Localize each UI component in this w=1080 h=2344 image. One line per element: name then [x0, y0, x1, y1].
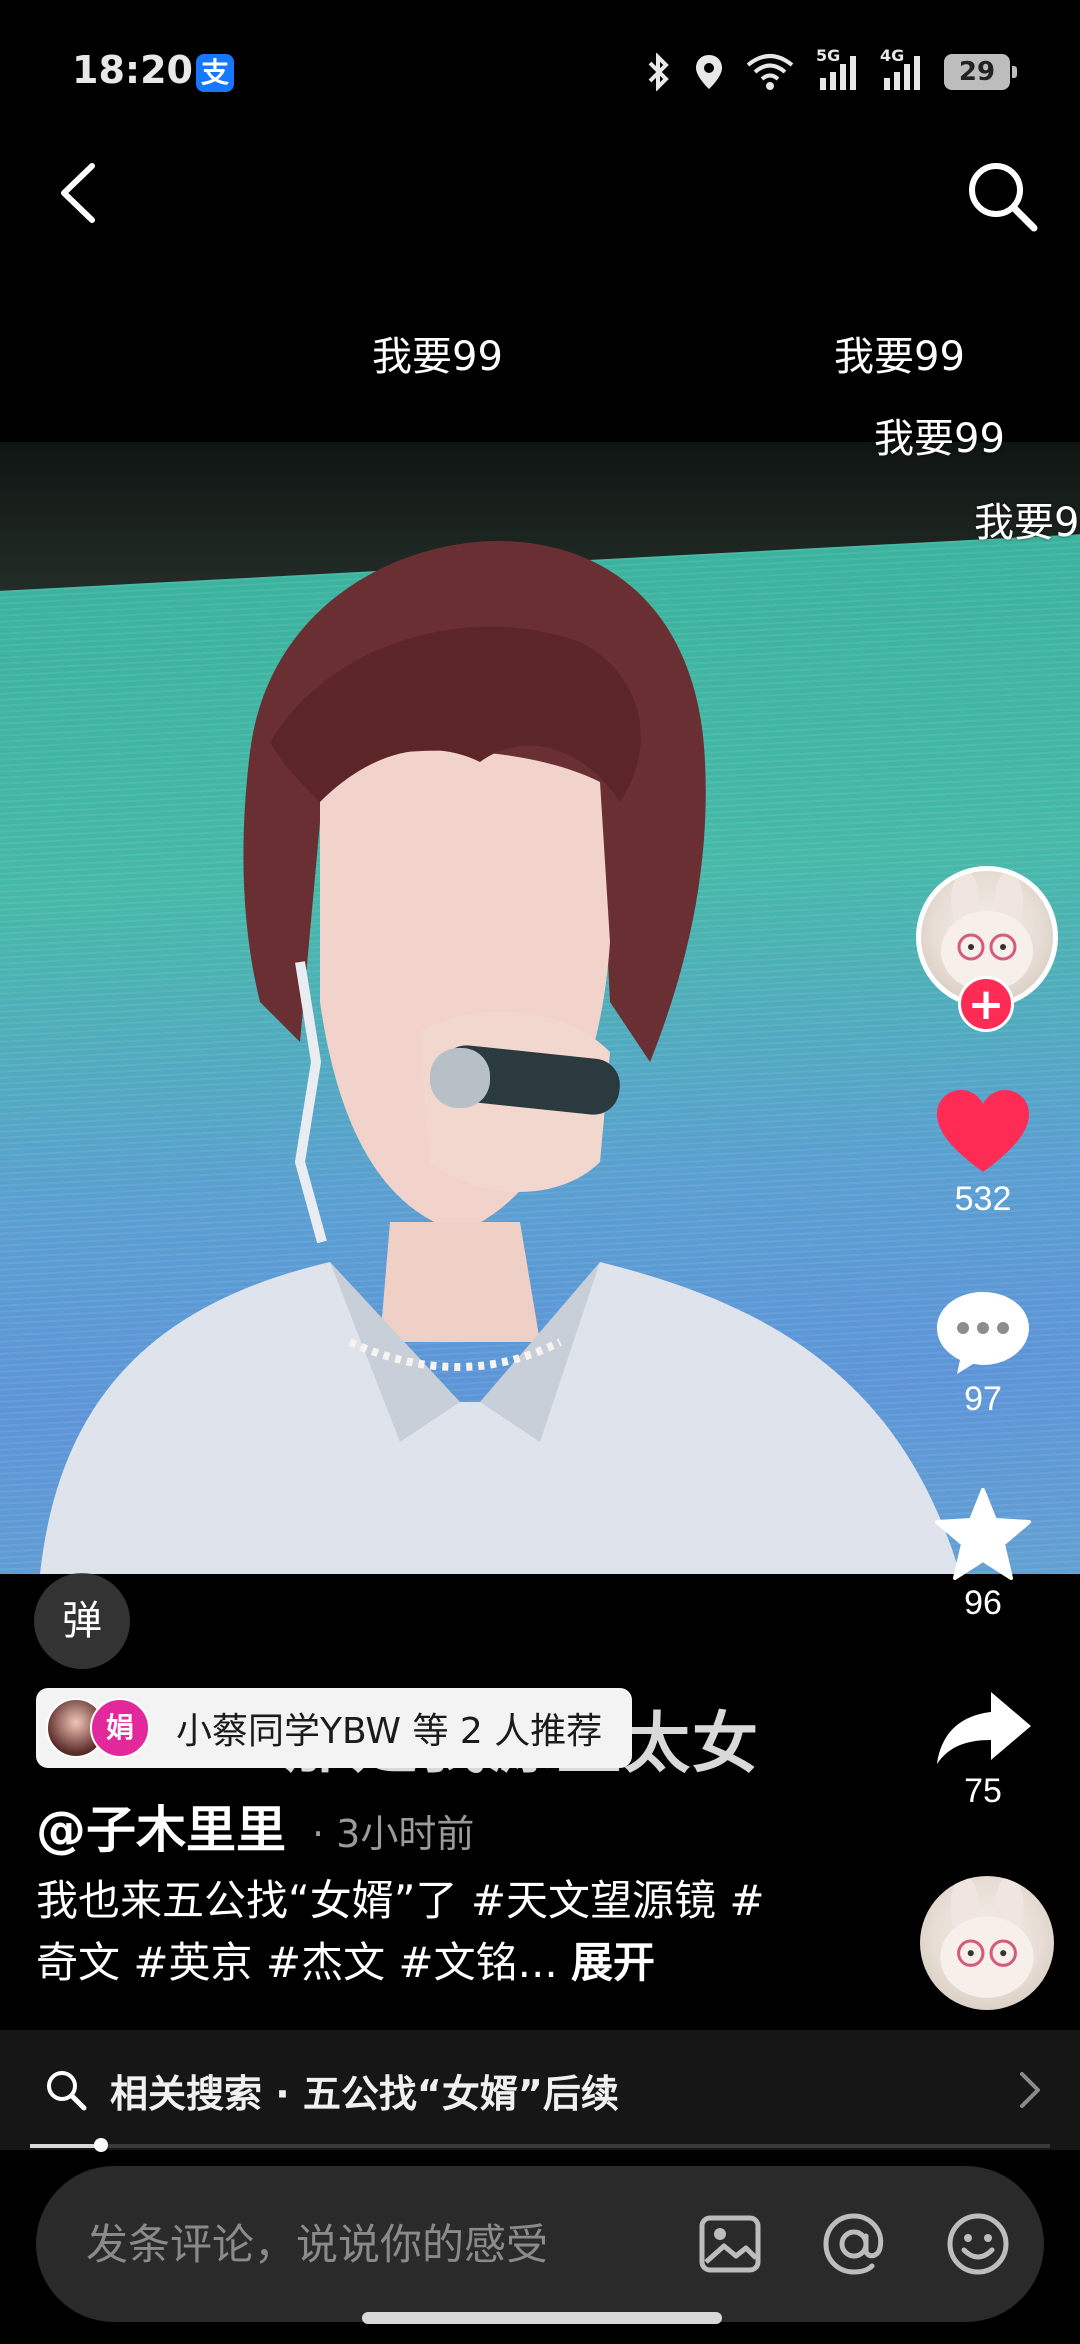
related-search-bar[interactable]: 相关搜索 · 五公找“女婿”后续: [0, 2030, 1080, 2150]
video-progress-fill: [30, 2144, 102, 2148]
comment-button[interactable]: 97: [908, 1286, 1058, 1419]
share-button[interactable]: 75: [908, 1688, 1058, 1811]
caption-line-2-text: 奇文 #英京 #杰文 #文铭...: [36, 1938, 558, 1987]
location-icon: [696, 55, 722, 89]
star-icon: [935, 1488, 1031, 1580]
favorite-count: 96: [964, 1584, 1002, 1622]
comment-bar: [36, 2166, 1044, 2322]
signal-5g-icon: 5G: [816, 46, 858, 92]
image-icon[interactable]: [698, 2212, 762, 2276]
danmaku-comment: 我要9: [974, 500, 1080, 546]
video-progress-bar[interactable]: [30, 2138, 1050, 2152]
related-search-text: 相关搜索 · 五公找“女婿”后续: [110, 2071, 619, 2116]
bluetooth-icon: [648, 53, 669, 91]
comment-input[interactable]: [86, 2166, 646, 2322]
recommender-avatar: 娟: [90, 1698, 150, 1758]
like-count: 532: [954, 1180, 1012, 1218]
favorite-button[interactable]: 96: [908, 1488, 1058, 1623]
music-disc-avatar[interactable]: [920, 1876, 1054, 2010]
recommender-avatars: 娟: [46, 1696, 156, 1760]
caption-line-2: 奇文 #英京 #杰文 #文铭... 展开: [36, 1932, 836, 1994]
author-name[interactable]: @子木里里: [36, 1790, 286, 1862]
status-bar: 18:20 支 5G 4G 29: [0, 0, 1080, 140]
alipay-icon: 支: [196, 54, 234, 92]
caption-expand-link[interactable]: 展开: [571, 1938, 655, 1987]
wifi-icon: [746, 54, 794, 90]
search-icon[interactable]: [964, 158, 1040, 234]
comment-bubble-icon: [937, 1292, 1029, 1374]
heart-icon: [937, 1090, 1029, 1172]
danmaku-comment: 我要99: [834, 334, 965, 380]
status-time: 18:20: [72, 48, 193, 92]
author-line: @子木里里 · 3小时前: [36, 1790, 474, 1862]
caption-line-1: 我也来五公找“女婿”了 #天文望源镜 #: [36, 1876, 765, 1925]
signal-4g-icon: 4G: [880, 46, 922, 92]
danmaku-toggle-button[interactable]: 弹: [34, 1573, 130, 1669]
status-indicators: 5G 4G 29: [646, 46, 1017, 92]
chevron-right-icon: [1020, 2072, 1040, 2108]
follow-plus-button[interactable]: +: [958, 976, 1014, 1032]
bunny-music-image: [940, 1876, 1034, 1998]
search-icon: [47, 2071, 87, 2111]
like-button[interactable]: 532: [908, 1086, 1058, 1219]
chevron-left-icon[interactable]: [52, 158, 112, 228]
post-time: · 3小时前: [312, 1812, 475, 1856]
danmaku-comment: 我要99: [874, 416, 1005, 462]
share-count: 75: [964, 1772, 1002, 1810]
video-caption: 我也来五公找“女婿”了 #天文望源镜 # 奇文 #英京 #杰文 #文铭... 展…: [36, 1870, 836, 1994]
danmaku-comment: 我要99: [372, 334, 503, 380]
recommend-text: 小蔡同学YBW 等 2 人推荐: [176, 1711, 603, 1752]
recommend-bar[interactable]: 娟 小蔡同学YBW 等 2 人推荐: [36, 1688, 632, 1768]
share-arrow-icon: [937, 1692, 1031, 1764]
battery-icon: 29: [944, 54, 1017, 90]
home-indicator[interactable]: [362, 2312, 722, 2324]
mention-at-icon[interactable]: [822, 2212, 886, 2276]
comment-count: 97: [964, 1380, 1002, 1418]
emoji-icon[interactable]: [946, 2212, 1010, 2276]
